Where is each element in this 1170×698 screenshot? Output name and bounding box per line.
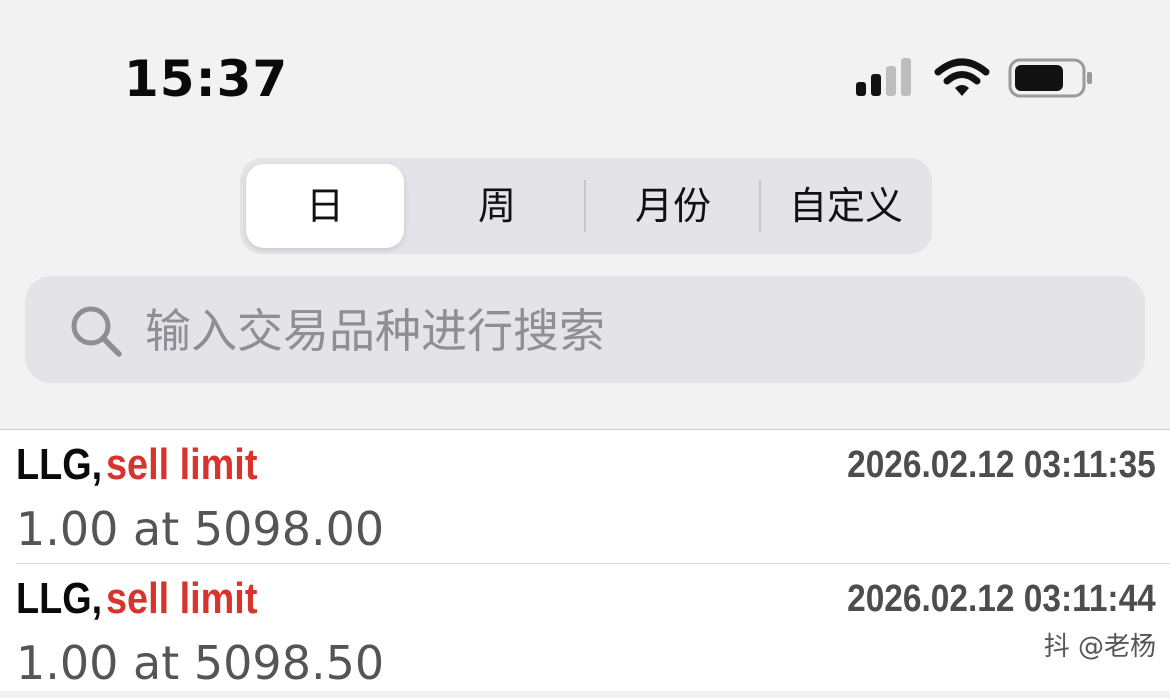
search-bar[interactable] bbox=[25, 276, 1145, 383]
order-symbol: LLG, bbox=[16, 440, 103, 489]
segment-week[interactable]: 周 bbox=[412, 164, 582, 248]
order-timestamp: 2026.02.12 03:11:44 bbox=[847, 578, 1156, 620]
status-bar: 15:37 bbox=[0, 0, 1170, 140]
segment-divider bbox=[584, 180, 586, 232]
battery-icon bbox=[1008, 58, 1092, 98]
order-type: sell limit bbox=[106, 574, 258, 623]
wifi-icon bbox=[934, 58, 990, 96]
search-icon bbox=[71, 306, 122, 357]
order-detail: 1.00 at 5098.00 bbox=[16, 502, 385, 556]
order-type: sell limit bbox=[106, 440, 258, 489]
order-detail: 1.00 at 5098.50 bbox=[16, 636, 385, 690]
watermark: 抖 @老杨 bbox=[1043, 632, 1156, 662]
segment-divider bbox=[759, 180, 761, 232]
period-segmented-control: 日 周 月份 自定义 bbox=[240, 158, 932, 254]
segment-month[interactable]: 月份 bbox=[588, 164, 758, 248]
list-item[interactable]: LLG, sell limit 2026.02.12 03:11:35 1.00… bbox=[0, 430, 1170, 564]
status-time: 15:37 bbox=[124, 50, 289, 108]
orders-list: LLG, sell limit 2026.02.12 03:11:35 1.00… bbox=[0, 429, 1170, 691]
order-symbol: LLG, bbox=[16, 574, 103, 623]
search-input[interactable] bbox=[143, 290, 1127, 371]
cellular-signal-icon bbox=[856, 58, 911, 96]
segment-custom[interactable]: 自定义 bbox=[762, 164, 930, 248]
segment-day[interactable]: 日 bbox=[246, 164, 404, 248]
order-timestamp: 2026.02.12 03:11:35 bbox=[847, 444, 1156, 486]
list-item[interactable]: LLG, sell limit 2026.02.12 03:11:44 1.00… bbox=[0, 564, 1170, 698]
